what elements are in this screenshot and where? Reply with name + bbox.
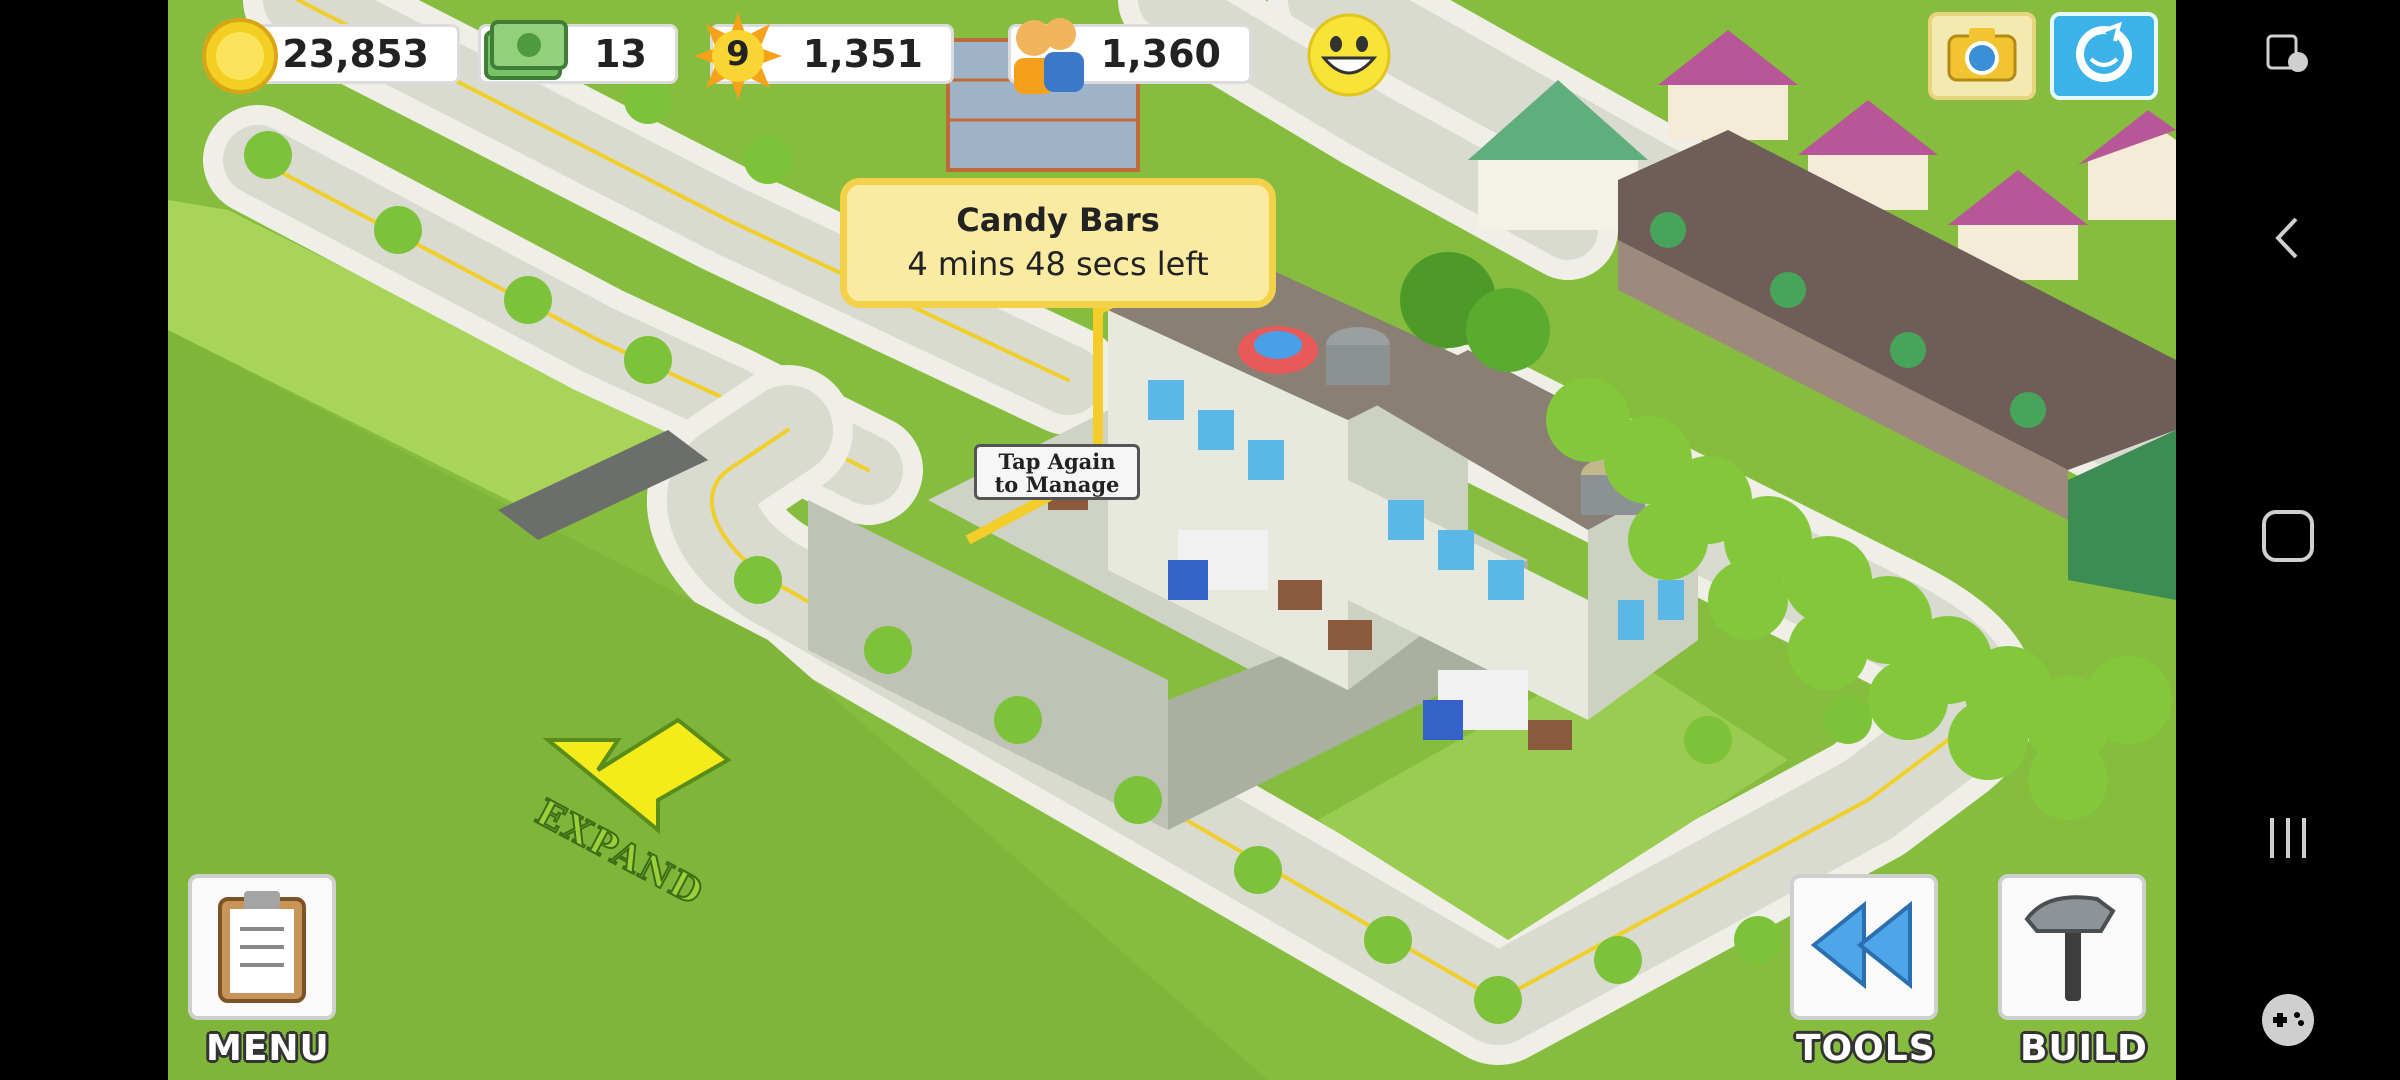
game-tools-button[interactable]: [2176, 992, 2400, 1052]
gamepad-icon: [2259, 991, 2317, 1053]
build-label[interactable]: BUILD: [2020, 1028, 2148, 1069]
rewind-arrows-icon: [1804, 890, 1924, 1004]
back-button[interactable]: [2176, 210, 2400, 270]
building-sign[interactable]: Tap Again to Manage: [974, 444, 1140, 500]
camera-icon: [1945, 24, 2019, 88]
share-icon: [2069, 19, 2139, 93]
touch-lock-icon: [2264, 32, 2312, 84]
population-value: 1,360: [1100, 32, 1221, 76]
production-tooltip: Candy Bars 4 mins 48 secs left: [840, 178, 1276, 308]
cash-bills-icon: [480, 12, 570, 96]
coins-value: 23,853: [282, 32, 429, 76]
building-sign-line1: Tap Again: [998, 449, 1116, 474]
menu-label[interactable]: MENU: [206, 1028, 330, 1069]
camera-button[interactable]: [1928, 12, 2036, 100]
share-button[interactable]: [2050, 12, 2158, 100]
xp-value: 1,351: [802, 32, 923, 76]
people-icon: [996, 12, 1092, 104]
clipboard-icon: [208, 885, 316, 1009]
recents-button[interactable]: [2176, 810, 2400, 870]
back-icon: [2268, 213, 2308, 267]
gold-coin-icon: [200, 16, 280, 100]
menu-button[interactable]: [188, 874, 336, 1020]
screen-translate-button[interactable]: [2176, 28, 2400, 88]
android-nav-bar: [2176, 0, 2400, 1080]
smiley-face-icon[interactable]: [1306, 12, 1392, 102]
home-icon: [2260, 508, 2316, 568]
cash-value: 13: [594, 32, 647, 76]
tooltip-subtitle: 4 mins 48 secs left: [907, 245, 1209, 283]
hammer-icon: [2017, 885, 2127, 1009]
game-viewport[interactable]: EXPAND 23,853 13 1,351 9 1,360 Candy Bar…: [168, 0, 2176, 1080]
tooltip-title: Candy Bars: [956, 201, 1160, 239]
build-button[interactable]: [1998, 874, 2146, 1020]
tools-button[interactable]: [1790, 874, 1938, 1020]
tools-label[interactable]: TOOLS: [1796, 1028, 1936, 1069]
carousel: [1238, 326, 1318, 374]
recents-icon: [2262, 812, 2314, 868]
home-button[interactable]: [2176, 508, 2400, 568]
building-sign-line2: to Manage: [994, 472, 1120, 497]
level-value: 9: [726, 34, 750, 74]
